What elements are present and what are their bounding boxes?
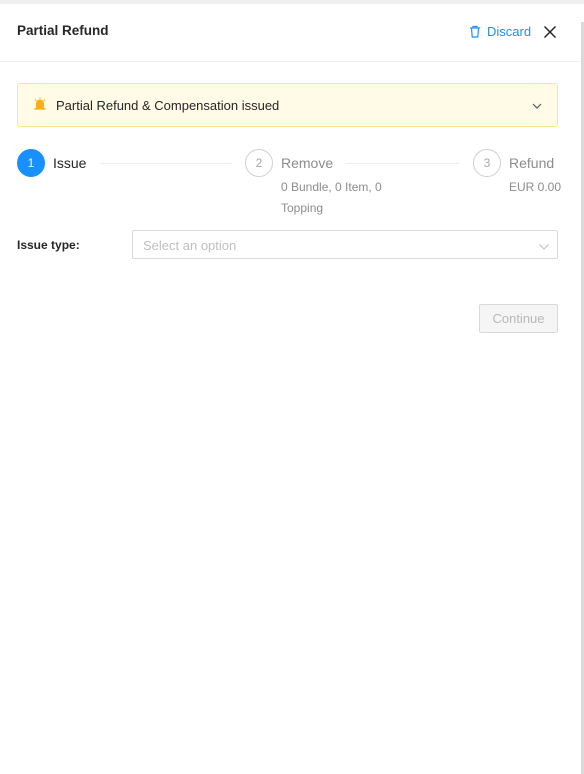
- step-2-description: 0 Bundle, 0 Item, 0 Topping: [281, 177, 382, 219]
- drawer-header: Partial Refund Discard: [0, 4, 581, 62]
- discard-label: Discard: [487, 24, 532, 39]
- issue-type-placeholder: Select an option: [143, 238, 237, 253]
- close-button[interactable]: [542, 24, 558, 40]
- alarm-bell-icon: [34, 97, 46, 115]
- step-1-number: 1: [17, 149, 45, 177]
- issue-type-label: Issue type:: [17, 238, 80, 252]
- issue-type-select[interactable]: Select an option: [132, 230, 558, 259]
- step-3-number: 3: [473, 149, 501, 177]
- chevron-down-icon[interactable]: [531, 99, 543, 117]
- discard-button[interactable]: Discard: [469, 24, 531, 39]
- step-2-description-line: 0 Bundle, 0 Item, 0: [281, 180, 382, 194]
- continue-button[interactable]: Continue: [479, 304, 558, 333]
- step-3-description: EUR 0.00: [509, 180, 562, 194]
- close-icon: [543, 25, 557, 39]
- drawer-title: Partial Refund: [17, 23, 109, 38]
- step-3-title: Refund: [509, 155, 555, 171]
- step-connector: [100, 163, 231, 164]
- alert-message: Partial Refund & Compensation issued: [56, 98, 280, 113]
- step-2-number: 2: [245, 149, 273, 177]
- chevron-down-icon: [538, 240, 550, 258]
- step-2-description-line: Topping: [281, 201, 324, 215]
- partial-refund-drawer: Partial Refund Discard Partial Refund & …: [0, 4, 581, 774]
- step-connector: [346, 163, 459, 164]
- step-2-title: Remove: [281, 155, 334, 171]
- step-1-title: Issue: [53, 155, 87, 171]
- trash-icon: [469, 25, 481, 38]
- compensation-alert[interactable]: Partial Refund & Compensation issued: [17, 83, 558, 127]
